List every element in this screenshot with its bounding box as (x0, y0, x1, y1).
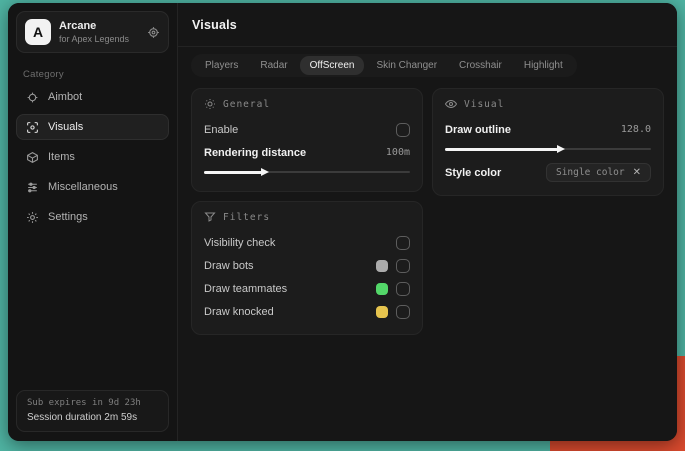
draw-bots-color-swatch[interactable] (376, 259, 388, 272)
subscription-info-card: Sub expires in 9d 23h Session duration 2… (16, 390, 169, 432)
draw-teammates-color-swatch[interactable] (376, 282, 388, 295)
filters-card-header: Filters (204, 211, 410, 223)
draw-teammates-checkbox[interactable] (396, 281, 410, 296)
main-panel: Visuals Players Radar OffScreen Skin Cha… (178, 3, 677, 441)
box-icon (26, 151, 39, 164)
brand-card: A Arcane for Apex Legends (16, 11, 169, 53)
main-header: Visuals (178, 3, 677, 47)
general-card-title: General (223, 98, 271, 110)
draw-knocked-row: Draw knocked (204, 301, 410, 322)
tab-crosshair[interactable]: Crosshair (449, 56, 512, 75)
brand-title: Arcane (59, 20, 97, 32)
crosshair-icon (26, 91, 39, 104)
eye-icon (445, 98, 457, 110)
app-logo: A (25, 19, 51, 45)
enable-row: Enable (204, 119, 410, 140)
sidebar: A Arcane for Apex Legends Category Aimbo… (8, 3, 178, 441)
visual-card: Visual Draw outline 128.0 Style color Si… (432, 88, 664, 196)
sidebar-item-items[interactable]: Items (16, 144, 169, 170)
page-title: Visuals (192, 17, 237, 32)
tab-players[interactable]: Players (195, 56, 248, 75)
draw-bots-label: Draw bots (204, 259, 254, 272)
draw-knocked-controls (376, 304, 410, 319)
enable-checkbox[interactable] (396, 122, 410, 137)
brightness-icon (204, 98, 216, 110)
sidebar-item-miscellaneous[interactable]: Miscellaneous (16, 174, 169, 200)
funnel-icon (204, 211, 216, 223)
visual-card-header: Visual (445, 98, 651, 110)
draw-bots-row: Draw bots (204, 255, 410, 276)
target-gear-icon[interactable] (147, 26, 160, 39)
rendering-distance-row: Rendering distance 100m (204, 142, 410, 163)
gear-icon (26, 211, 39, 224)
tab-offscreen[interactable]: OffScreen (299, 56, 365, 75)
general-card: General Enable Rendering distance 100m (191, 88, 423, 192)
draw-bots-checkbox[interactable] (396, 258, 410, 273)
sliders-icon (26, 181, 39, 194)
brand-subtitle: for Apex Legends (59, 34, 130, 44)
eye-scan-icon (26, 121, 39, 134)
general-card-header: General (204, 98, 410, 110)
visibility-check-row: Visibility check (204, 232, 410, 253)
rendering-distance-slider[interactable] (204, 167, 410, 177)
style-color-value: Single color (555, 167, 625, 178)
sidebar-item-aimbot[interactable]: Aimbot (16, 84, 169, 110)
sidebar-nav: Aimbot Visuals Items Miscellaneous Setti… (8, 84, 177, 230)
draw-outline-value: 128.0 (620, 124, 651, 135)
visual-card-title: Visual (464, 98, 505, 110)
draw-teammates-row: Draw teammates (204, 278, 410, 299)
draw-outline-row: Draw outline 128.0 (445, 119, 651, 140)
brand-text: Arcane for Apex Legends (59, 20, 139, 44)
tab-skin-changer[interactable]: Skin Changer (366, 56, 447, 75)
filters-card: Filters Visibility check Draw bots Draw … (191, 201, 423, 335)
tab-bar: Players Radar OffScreen Skin Changer Cro… (191, 54, 577, 77)
category-label: Category (23, 69, 64, 80)
slider-fill (204, 167, 269, 176)
draw-knocked-label: Draw knocked (204, 305, 274, 318)
sidebar-item-visuals[interactable]: Visuals (16, 114, 169, 140)
sidebar-item-label: Aimbot (48, 91, 83, 103)
rendering-distance-value: 100m (385, 147, 410, 158)
slider-fill (445, 144, 566, 153)
sidebar-item-label: Miscellaneous (48, 181, 118, 193)
session-duration-text: Session duration 2m 59s (27, 412, 138, 423)
left-column: General Enable Rendering distance 100m F… (191, 88, 423, 335)
style-color-label: Style color (445, 166, 502, 179)
tabs-row: Players Radar OffScreen Skin Changer Cro… (178, 47, 677, 77)
sidebar-item-label: Items (48, 151, 75, 163)
draw-knocked-checkbox[interactable] (396, 304, 410, 319)
draw-knocked-color-swatch[interactable] (376, 305, 388, 318)
style-color-row: Style color Single color ✕ (445, 162, 651, 183)
sidebar-item-label: Visuals (48, 121, 84, 133)
draw-outline-slider[interactable] (445, 144, 651, 154)
app-window: A Arcane for Apex Legends Category Aimbo… (8, 3, 677, 441)
tab-highlight[interactable]: Highlight (514, 56, 573, 75)
visibility-check-label: Visibility check (204, 236, 276, 249)
filters-card-title: Filters (223, 211, 271, 223)
draw-teammates-label: Draw teammates (204, 282, 288, 295)
sidebar-item-settings[interactable]: Settings (16, 204, 169, 230)
visibility-check-checkbox[interactable] (396, 235, 410, 250)
rendering-distance-label: Rendering distance (204, 146, 307, 159)
draw-teammates-controls (376, 281, 410, 296)
clear-icon[interactable]: ✕ (633, 167, 641, 178)
right-column: Visual Draw outline 128.0 Style color Si… (432, 88, 664, 335)
sub-expires-text: Sub expires in 9d 23h (27, 398, 141, 408)
draw-bots-controls (376, 258, 410, 273)
tab-radar[interactable]: Radar (250, 56, 297, 75)
style-color-select[interactable]: Single color ✕ (545, 163, 651, 182)
enable-label: Enable (204, 123, 239, 136)
content-grid: General Enable Rendering distance 100m F… (178, 77, 677, 441)
sidebar-item-label: Settings (48, 211, 88, 223)
draw-outline-label: Draw outline (445, 123, 512, 136)
